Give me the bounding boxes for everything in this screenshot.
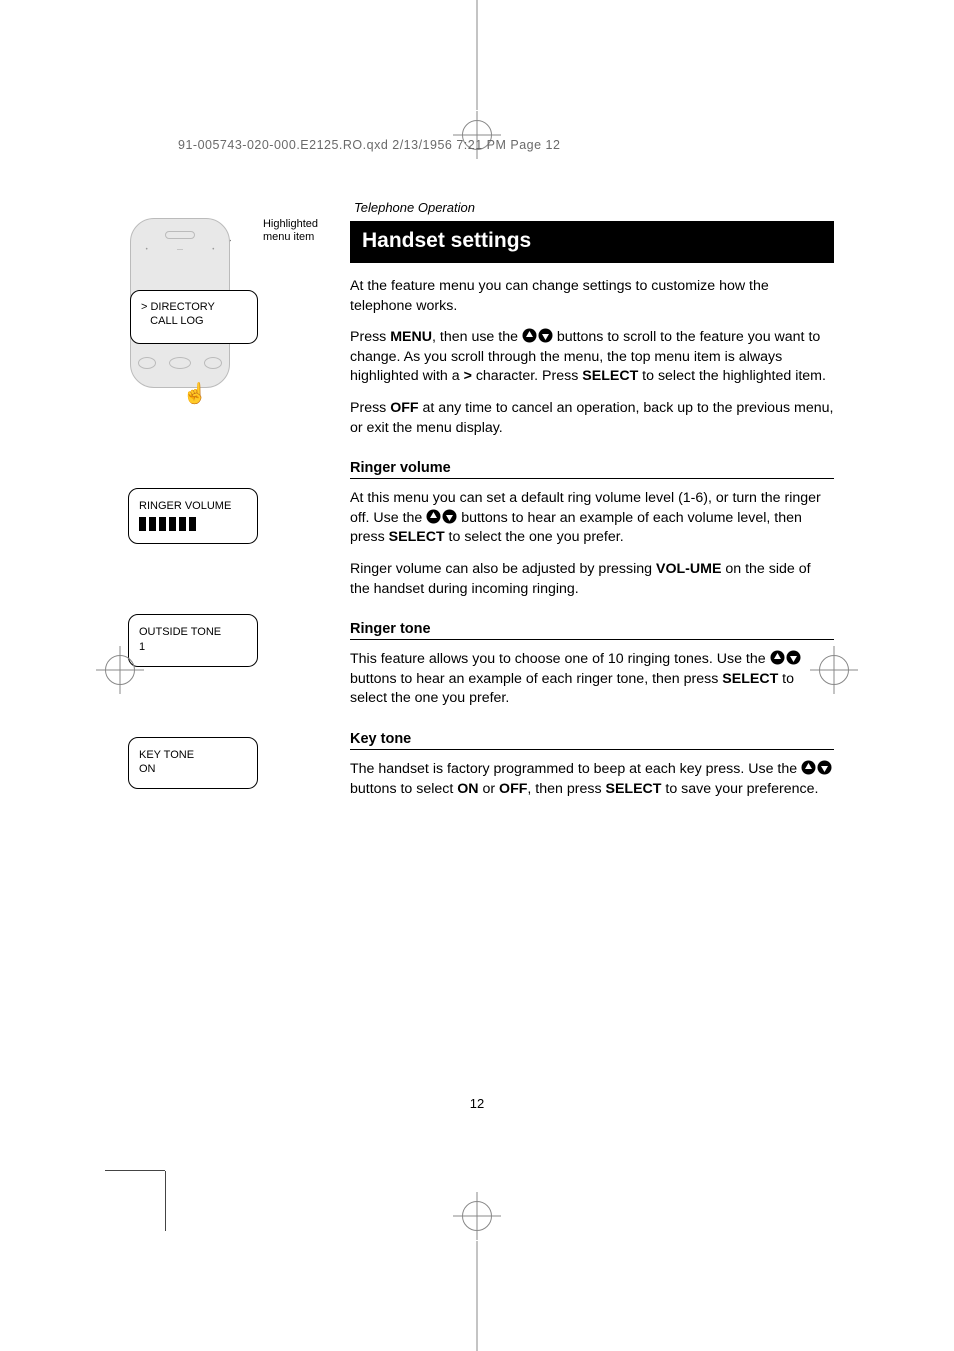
phone-screen-callout: > DIRECTORY CALL LOG bbox=[130, 290, 258, 344]
phone-earpiece bbox=[165, 231, 195, 239]
off-instructions-paragraph: Press OFF at any time to cancel an opera… bbox=[350, 399, 834, 438]
text-fragment: Press bbox=[350, 400, 390, 416]
crop-mark-bottom-line bbox=[477, 1241, 478, 1351]
phone-left-button-icon bbox=[138, 357, 156, 369]
text-fragment: buttons to hear an example of each ringe… bbox=[350, 671, 722, 687]
on-label: ON bbox=[457, 781, 478, 797]
text-fragment: buttons to select bbox=[350, 781, 457, 797]
volume-key-label: VOL-UME bbox=[656, 561, 721, 577]
text-fragment: character. Press bbox=[472, 368, 582, 384]
ringer-volume-heading: Ringer volume bbox=[350, 460, 834, 479]
ringer-tone-p1: This feature allows you to choose one of… bbox=[350, 650, 834, 709]
text-fragment: at any time to cancel an operation, back… bbox=[350, 400, 833, 436]
lcd-key-tone: KEY TONE ON bbox=[128, 737, 258, 790]
lcd-outside-line1: OUTSIDE TONE bbox=[139, 625, 247, 639]
lcd-ringer-volume: RINGER VOLUME bbox=[128, 488, 258, 544]
lcd-outside-line2: 1 bbox=[139, 640, 247, 654]
select-key-label: SELECT bbox=[722, 671, 778, 687]
phone-screen-line2: CALL LOG bbox=[141, 315, 247, 329]
corner-crop-bl-v bbox=[165, 1171, 166, 1231]
up-down-icon bbox=[426, 509, 457, 524]
text-fragment: This feature allows you to choose one of… bbox=[350, 651, 770, 667]
select-key-label: SELECT bbox=[582, 368, 638, 384]
select-key-label: SELECT bbox=[389, 529, 445, 545]
highlight-char: > bbox=[464, 368, 472, 384]
crop-mark-top-line bbox=[477, 0, 478, 110]
registration-mark-bottom bbox=[462, 1201, 492, 1231]
up-down-icon bbox=[522, 328, 553, 343]
text-fragment: , then use the bbox=[432, 329, 522, 345]
menu-key-label: MENU bbox=[390, 329, 432, 345]
select-key-label: SELECT bbox=[606, 781, 662, 797]
volume-bars-icon bbox=[139, 517, 247, 531]
intro-paragraph: At the feature menu you can change setti… bbox=[350, 277, 834, 316]
phone-nav-row bbox=[131, 357, 229, 369]
print-slug: 91-005743-020-000.E2125.RO.qxd 2/13/1956… bbox=[178, 138, 560, 152]
annotation-line2: menu item bbox=[263, 231, 318, 244]
left-column: Highlighted menu item •—• > DIRECTORY CA bbox=[120, 200, 320, 811]
registration-mark-left bbox=[105, 655, 135, 685]
phone-screen-line1: > DIRECTORY bbox=[141, 301, 247, 315]
key-tone-heading: Key tone bbox=[350, 731, 834, 750]
ringer-tone-heading: Ringer tone bbox=[350, 621, 834, 640]
ringer-volume-p1: At this menu you can set a default ring … bbox=[350, 489, 834, 548]
right-column: Telephone Operation Handset settings At … bbox=[350, 200, 834, 811]
text-fragment: Ringer volume can also be adjusted by pr… bbox=[350, 561, 656, 577]
off-key-label: OFF bbox=[390, 400, 418, 416]
page-number: 12 bbox=[470, 1096, 484, 1111]
off-label: OFF bbox=[499, 781, 527, 797]
section-eyebrow: Telephone Operation bbox=[354, 200, 834, 215]
annotation-label: Highlighted menu item bbox=[263, 218, 318, 244]
text-fragment: to save your preference. bbox=[661, 781, 818, 797]
page-title: Handset settings bbox=[350, 221, 834, 263]
menu-instructions-paragraph: Press MENU, then use the buttons to scro… bbox=[350, 328, 834, 387]
text-fragment: to select the one you prefer. bbox=[445, 529, 624, 545]
text-fragment: or bbox=[479, 781, 500, 797]
handset-illustration: Highlighted menu item •—• > DIRECTORY CA bbox=[130, 218, 260, 398]
up-down-icon bbox=[801, 760, 832, 775]
lcd-ringer-title: RINGER VOLUME bbox=[139, 499, 247, 513]
lcd-keytone-line1: KEY TONE bbox=[139, 748, 247, 762]
phone-center-button-icon bbox=[169, 357, 191, 369]
hand-pointer-icon: ☝ bbox=[183, 381, 208, 406]
text-fragment: , then press bbox=[527, 781, 605, 797]
corner-crop-bl-h bbox=[105, 1170, 165, 1171]
up-down-icon bbox=[770, 650, 801, 665]
text-fragment: Press bbox=[350, 329, 390, 345]
text-fragment: to select the highlighted item. bbox=[638, 368, 826, 384]
registration-mark-right bbox=[819, 655, 849, 685]
annotation-line1: Highlighted bbox=[263, 218, 318, 231]
lcd-outside-tone: OUTSIDE TONE 1 bbox=[128, 614, 258, 667]
lcd-keytone-line2: ON bbox=[139, 762, 247, 776]
phone-top-row: •—• bbox=[131, 247, 229, 253]
text-fragment: The handset is factory programmed to bee… bbox=[350, 761, 801, 777]
phone-right-button-icon bbox=[204, 357, 222, 369]
key-tone-p1: The handset is factory programmed to bee… bbox=[350, 760, 834, 799]
ringer-volume-p2: Ringer volume can also be adjusted by pr… bbox=[350, 560, 834, 599]
